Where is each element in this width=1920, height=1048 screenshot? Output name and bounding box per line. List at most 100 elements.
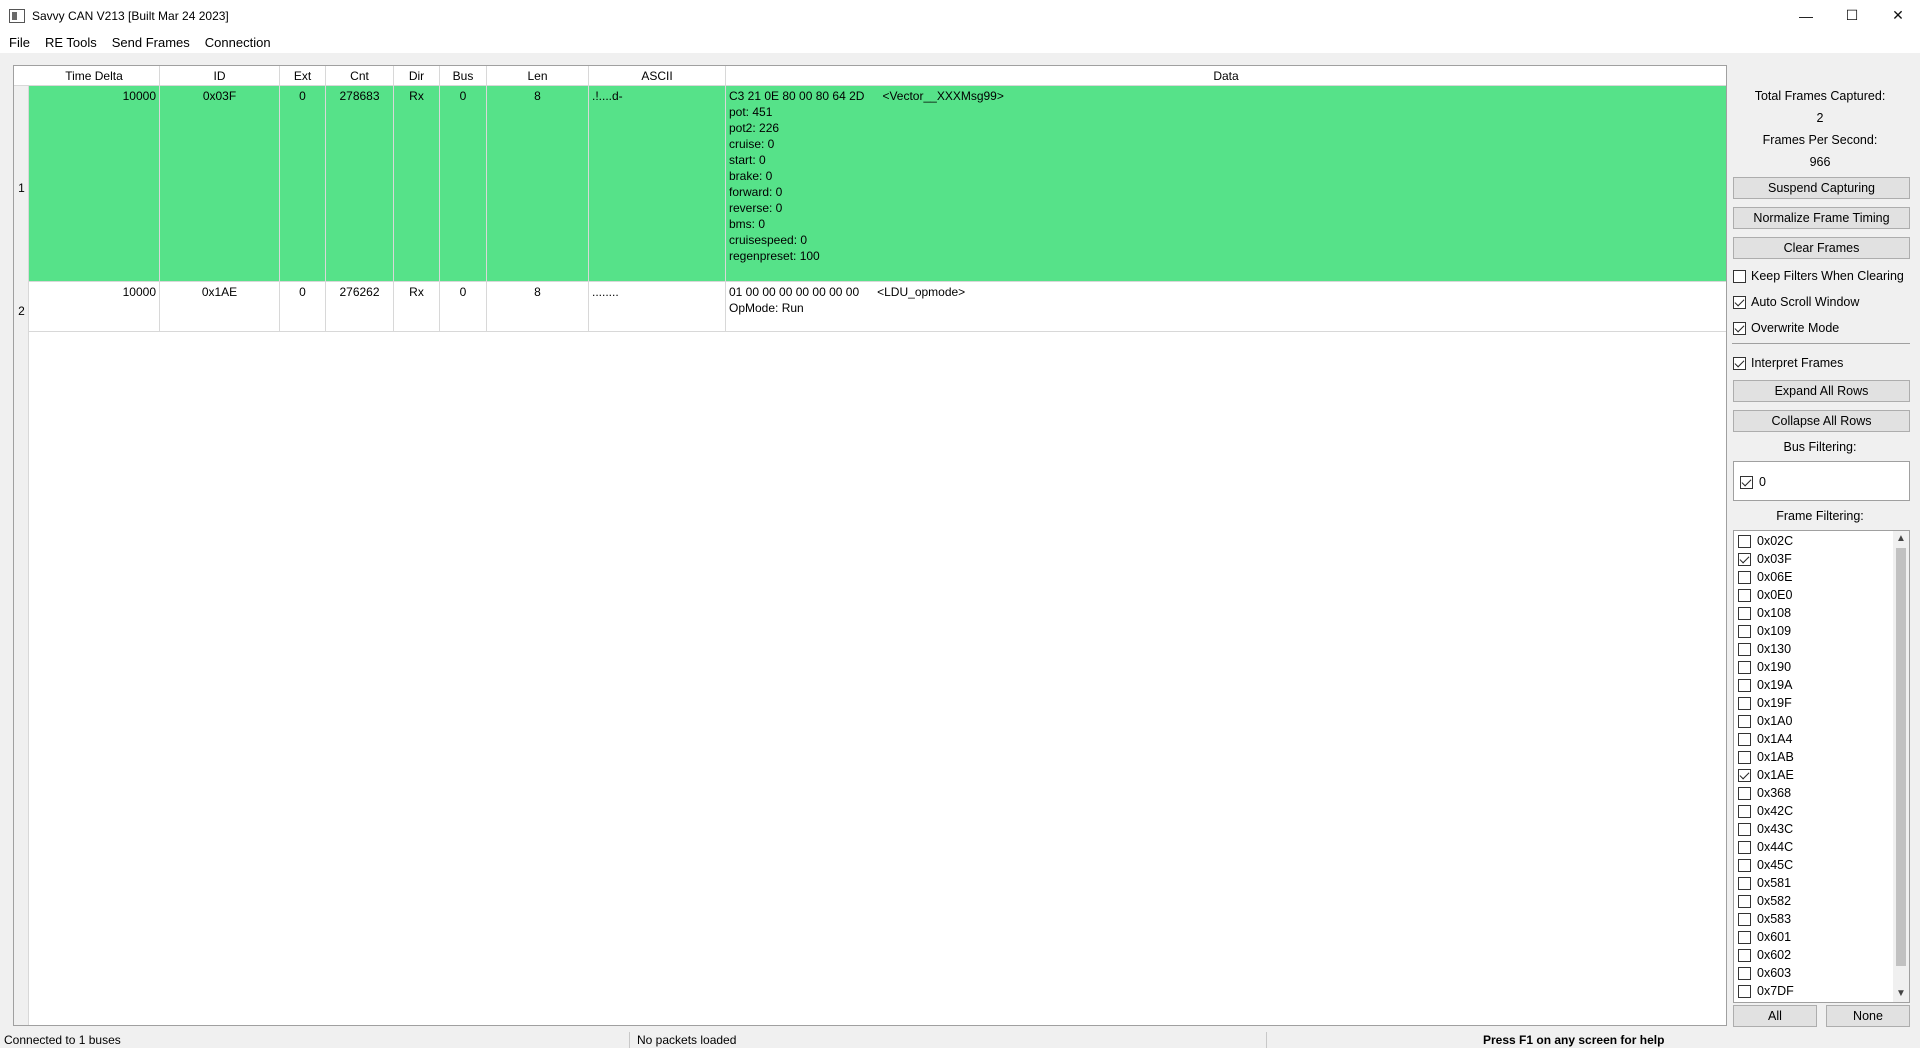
checkbox-checked-icon [1733,321,1746,335]
frame-filter-item[interactable]: 0x583 [1738,910,1791,928]
frame-filter-item[interactable]: 0x602 [1738,946,1791,964]
maximize-button[interactable]: ☐ [1829,0,1875,31]
select-all-button[interactable]: All [1733,1005,1817,1027]
cell-ext: 0 [280,282,326,331]
fps-value: 966 [1809,155,1831,169]
frame-filter-item[interactable]: 0x19A [1738,676,1792,694]
signal-line: start: 0 [729,153,766,167]
frame-filter-item[interactable]: 0x03F [1738,550,1792,568]
frame-filter-item[interactable]: 0x582 [1738,892,1791,910]
frame-filter-item[interactable]: 0x581 [1738,874,1791,892]
frame-filter-item[interactable]: 0x601 [1738,928,1791,946]
cell-time-delta: 10000 [29,86,160,281]
checkbox-icon [1738,714,1751,728]
frame-filter-item[interactable]: 0x0E0 [1738,586,1792,604]
col-ext[interactable]: Ext [280,66,326,86]
menu-re-tools[interactable]: RE Tools [38,35,105,50]
col-dir[interactable]: Dir [394,66,440,86]
scroll-up-icon[interactable]: ▲ [1893,531,1909,547]
col-time-delta[interactable]: Time Delta [29,66,160,86]
frame-filter-item[interactable]: 0x109 [1738,622,1791,640]
menu-send-frames[interactable]: Send Frames [105,35,198,50]
frame-filter-item[interactable]: 0x1A4 [1738,730,1792,748]
frame-filter-item[interactable]: 0x1AB [1738,748,1794,766]
frame-filter-id: 0x45C [1757,858,1794,872]
frame-filter-item[interactable]: 0x603 [1738,964,1791,982]
checkbox-icon [1738,786,1751,800]
overwrite-mode-checkbox[interactable]: Overwrite Mode [1733,319,1839,337]
menu-bar: File RE Tools Send Frames Connection [0,31,1920,53]
col-data[interactable]: Data [726,66,1726,86]
frame-filter-scrollbar[interactable]: ▲ ▼ [1893,531,1909,1002]
table-corner[interactable] [14,66,29,86]
menu-connection[interactable]: Connection [198,35,279,50]
scroll-thumb[interactable] [1896,548,1906,966]
data-first-line: 01 00 00 00 00 00 00 00 <LDU_opmode> [729,284,1726,300]
keep-filters-checkbox[interactable]: Keep Filters When Clearing [1733,267,1904,285]
row-number[interactable]: 2 [14,304,29,318]
frame-filter-id: 0x108 [1757,606,1792,620]
col-id[interactable]: ID [160,66,280,86]
checkbox-icon [1738,570,1751,584]
frame-filter-item[interactable]: 0x06E [1738,568,1792,586]
checkbox-checked-icon [1740,475,1753,489]
cell-bus: 0 [440,86,487,281]
frame-filter-item[interactable]: 0x45C [1738,856,1793,874]
frame-filter-item[interactable]: 0x02C [1738,532,1793,550]
frame-filter-id: 0x1AB [1757,750,1794,764]
frame-filter-item[interactable]: 0x1AE [1738,766,1794,784]
frames-table[interactable]: 1 2 Time Delta ID Ext Cnt Dir Bus Len AS… [13,65,1727,1026]
frame-filter-item[interactable]: 0x44C [1738,838,1793,856]
signal-line: pot2: 226 [729,121,780,135]
normalize-frame-timing-button[interactable]: Normalize Frame Timing [1733,207,1910,229]
signal-line: regenpreset: 100 [729,249,820,263]
main-window: Savvy CAN V213 [Built Mar 24 2023] — ☐ ✕… [0,0,1920,1048]
frame-filter-item[interactable]: 0x42C [1738,802,1793,820]
frame-filter-item[interactable]: 0x43C [1738,820,1793,838]
checkbox-icon [1738,912,1751,926]
clear-frames-button[interactable]: Clear Frames [1733,237,1910,259]
menu-file[interactable]: File [2,35,38,50]
col-len[interactable]: Len [487,66,589,86]
frame-filter-item[interactable]: 0x190 [1738,658,1791,676]
row-number[interactable]: 1 [14,181,29,195]
frame-filter-id: 0x109 [1757,624,1792,638]
data-message-name: <Vector__XXXMsg99> [882,89,1004,103]
cell-bus: 0 [440,282,487,331]
col-cnt[interactable]: Cnt [326,66,394,86]
checkbox-icon [1738,642,1751,656]
frame-filter-id: 0x42C [1757,804,1794,818]
frame-filter-list[interactable]: 0x02C 0x03F 0x06E 0x0E0 0x108 0x109 0x130 0x190… [1733,530,1910,1003]
checkbox-icon [1738,732,1751,746]
data-hex: 01 00 00 00 00 00 00 00 [729,285,860,299]
title-bar[interactable]: Savvy CAN V213 [Built Mar 24 2023] — ☐ ✕ [0,0,1920,31]
frame-filter-id: 0x0E0 [1757,588,1793,602]
table-header: Time Delta ID Ext Cnt Dir Bus Len ASCII … [29,66,1726,86]
bus-filter-item[interactable]: 0 [1740,473,1766,491]
checkbox-icon [1738,678,1751,692]
frame-filter-id: 0x130 [1757,642,1792,656]
collapse-all-rows-button[interactable]: Collapse All Rows [1733,410,1910,432]
checkbox-icon [1738,876,1751,890]
suspend-capturing-button[interactable]: Suspend Capturing [1733,177,1910,199]
frame-filter-item[interactable]: 0x108 [1738,604,1791,622]
frame-filter-item[interactable]: 0x19F [1738,694,1792,712]
cell-ascii: .!....d- [589,86,726,281]
frame-filter-item[interactable]: 0x7DF [1738,982,1794,1000]
col-bus[interactable]: Bus [440,66,487,86]
cell-data: C3 21 0E 80 00 80 64 2D <Vector__XXXMsg99… [726,86,1726,281]
table-row[interactable]: 10000 0x03F 0 278683 Rx 0 8 .!....d- C3 … [29,86,1726,282]
frame-filter-item[interactable]: 0x1A0 [1738,712,1792,730]
table-row[interactable]: 10000 0x1AE 0 276262 Rx 0 8 ........ 01 … [29,282,1726,332]
close-button[interactable]: ✕ [1875,0,1920,31]
scroll-down-icon[interactable]: ▼ [1893,986,1909,1002]
select-none-button[interactable]: None [1826,1005,1910,1027]
auto-scroll-checkbox[interactable]: Auto Scroll Window [1733,293,1859,311]
expand-all-rows-button[interactable]: Expand All Rows [1733,380,1910,402]
minimize-button[interactable]: — [1783,0,1829,31]
frame-filter-item[interactable]: 0x368 [1738,784,1791,802]
bus-filter-list[interactable]: 0 [1733,461,1910,501]
col-ascii[interactable]: ASCII [589,66,726,86]
interpret-frames-checkbox[interactable]: Interpret Frames [1733,354,1843,372]
frame-filter-item[interactable]: 0x130 [1738,640,1791,658]
